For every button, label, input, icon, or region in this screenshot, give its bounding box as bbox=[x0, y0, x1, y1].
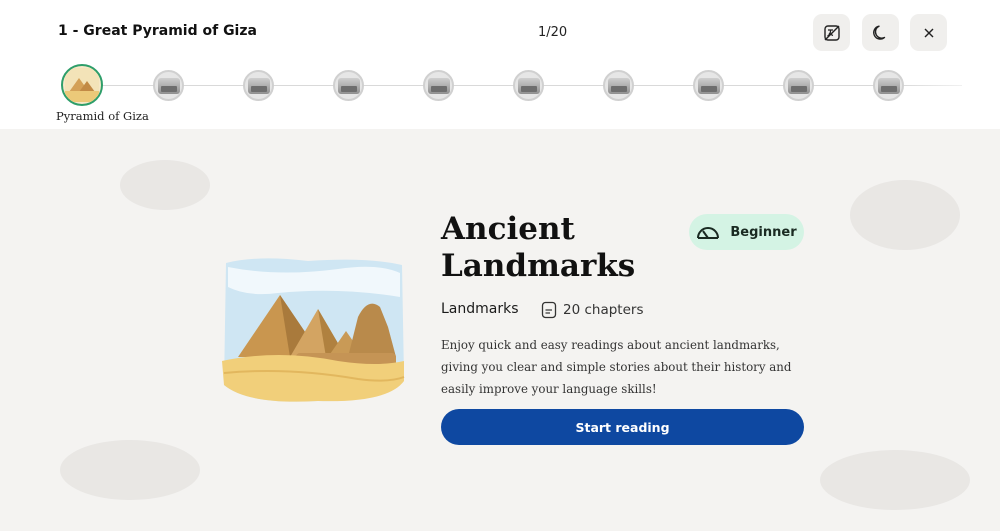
close-button[interactable] bbox=[910, 14, 947, 51]
paper-texture bbox=[60, 440, 200, 500]
timeline-dot-8[interactable] bbox=[693, 70, 724, 101]
paper-texture bbox=[850, 180, 960, 250]
chapters-info: 20 chapters bbox=[541, 301, 643, 319]
timeline-dot-6[interactable] bbox=[513, 70, 544, 101]
book-cover-illustration bbox=[218, 257, 406, 405]
close-icon bbox=[924, 28, 933, 37]
chapter-title: 1 - Great Pyramid of Giza bbox=[58, 23, 257, 39]
book-title: Ancient Landmarks bbox=[441, 211, 636, 284]
moon-icon bbox=[872, 25, 885, 40]
pyramids-sphinx-illustration bbox=[222, 258, 405, 402]
start-reading-button[interactable]: Start reading bbox=[441, 409, 804, 445]
page-counter: 1/20 bbox=[538, 25, 568, 40]
timeline-active-label: Pyramid of Giza bbox=[56, 109, 149, 123]
book-category: Landmarks bbox=[441, 301, 519, 317]
top-bar: 1 - Great Pyramid of Giza 1/20 Pyramid o… bbox=[0, 0, 1000, 129]
document-icon bbox=[541, 301, 557, 319]
translate-toggle-button[interactable] bbox=[813, 14, 850, 51]
pyramid-thumbnail-icon bbox=[65, 68, 99, 102]
book-description: Enjoy quick and easy readings about anci… bbox=[441, 338, 792, 396]
translate-off-icon bbox=[823, 24, 840, 41]
paper-texture bbox=[820, 450, 970, 510]
timeline-dot-9[interactable] bbox=[783, 70, 814, 101]
gauge-icon bbox=[697, 227, 720, 239]
paper-texture bbox=[120, 160, 210, 210]
level-label: Beginner bbox=[730, 224, 797, 240]
timeline-dot-7[interactable] bbox=[603, 70, 634, 101]
timeline-dot-3[interactable] bbox=[243, 70, 274, 101]
timeline-fade bbox=[900, 60, 1000, 110]
theme-toggle-button[interactable] bbox=[862, 14, 899, 51]
timeline-dot-4[interactable] bbox=[333, 70, 364, 101]
level-badge: Beginner bbox=[689, 214, 804, 250]
timeline-dot-5[interactable] bbox=[423, 70, 454, 101]
chapters-count: 20 chapters bbox=[563, 302, 644, 318]
timeline-dot-2[interactable] bbox=[153, 70, 184, 101]
timeline-dot-1[interactable] bbox=[61, 64, 103, 106]
